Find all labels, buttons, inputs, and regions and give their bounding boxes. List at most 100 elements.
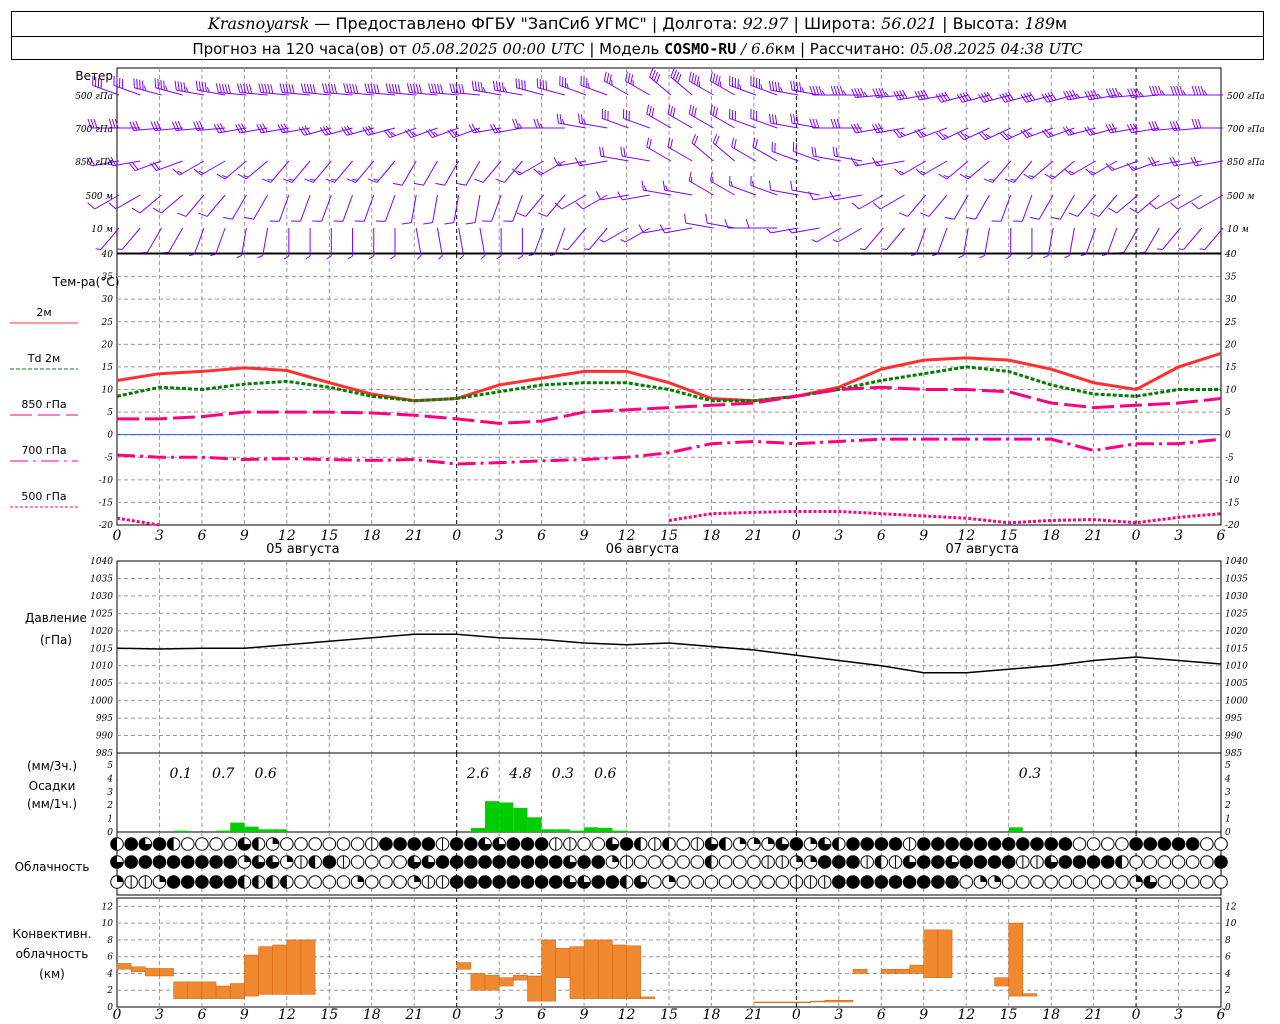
- cloud-cover-icon: [407, 855, 422, 869]
- cloud-cover-icon: [548, 875, 563, 889]
- cloud-circle: [1100, 875, 1115, 889]
- cloud-cover-icon: [237, 875, 252, 889]
- cloud-cover-icon: [1100, 837, 1115, 851]
- cloud-cover-icon: [605, 837, 620, 851]
- wind-level-label-right: 10 м: [1227, 225, 1249, 235]
- wind-barb-feather: [163, 80, 165, 91]
- precip-ytick-right: 4: [1224, 774, 1231, 784]
- cloud-cover-icon: [916, 837, 931, 851]
- wind-barb-feather: [715, 107, 719, 118]
- cloud-quarter: [159, 875, 166, 882]
- cloud-cover-icon: [478, 875, 492, 889]
- cloud-cover-icon: [124, 855, 138, 869]
- wind-barb-icon: [684, 213, 714, 229]
- wind-barb-staff: [115, 194, 141, 210]
- wind-barb-staff: [436, 227, 443, 256]
- cloud-circle: [548, 855, 563, 869]
- temp-ytick-right: 25: [1224, 318, 1237, 328]
- cloud-cover-icon: [280, 855, 294, 869]
- cloud-circle: [1044, 837, 1058, 851]
- conv-bar: [937, 929, 953, 978]
- wind-barb-staff: [1031, 160, 1054, 180]
- cloud-cover-icon: [237, 837, 252, 851]
- wind-barb-feather: [435, 182, 445, 186]
- wind-barb-feather: [944, 216, 955, 220]
- cloud-circle: [478, 875, 492, 889]
- wind-barb-feather: [620, 239, 626, 243]
- wind-barb-feather: [630, 74, 634, 85]
- conv-xtick: 3: [834, 1007, 843, 1023]
- cloud-cover-icon: [1115, 837, 1129, 851]
- conv-xtick: 12: [278, 1007, 296, 1023]
- wind-barb-feather: [477, 81, 480, 92]
- temp-xtick: 3: [1174, 528, 1183, 544]
- cloud-circle: [676, 875, 690, 889]
- cloud-circle: [195, 875, 209, 889]
- wind-barb-feather: [733, 139, 737, 149]
- cloud-cover-icon: [775, 855, 790, 869]
- cloud-cover-icon: [1214, 875, 1228, 889]
- wind-barb-feather: [416, 255, 422, 260]
- wind-barb-icon: [129, 121, 162, 131]
- cloud-cover-icon: [662, 837, 676, 851]
- wind-barb-feather: [355, 84, 359, 94]
- wind-barb-icon: [1191, 85, 1223, 96]
- wind-barb-icon: [881, 227, 905, 250]
- wind-barb-feather: [258, 83, 262, 93]
- wind-barb-staff: [156, 160, 183, 172]
- precip-bar: [527, 817, 542, 832]
- cloud-cover-icon: [1100, 855, 1115, 869]
- wind-barb-icon: [957, 127, 990, 141]
- wind-barb-feather: [766, 228, 772, 234]
- cloud-cover-icon: [322, 875, 337, 889]
- wind-barb-feather: [306, 83, 310, 94]
- wind-barb-staff: [1198, 194, 1224, 210]
- wind-barb-feather: [423, 222, 433, 225]
- wind-barb-feather: [1203, 90, 1208, 96]
- cloud-circle: [280, 837, 294, 851]
- precip-ytick-left: 0: [107, 828, 113, 838]
- wind-barb-feather: [215, 83, 219, 93]
- cloud-cover-icon: [690, 855, 705, 869]
- cloud-circle: [732, 875, 747, 889]
- wind-barb-staff: [554, 227, 566, 255]
- cloud-cover-icon: [520, 855, 535, 869]
- wind-barb-icon: [1029, 194, 1054, 220]
- wind-barb-feather: [715, 74, 719, 85]
- cloud-circle: [874, 837, 889, 851]
- cloud-circle: [704, 875, 719, 889]
- cloud-cover-icon: [1086, 855, 1101, 869]
- pressure-ytick-right: 1030: [1225, 592, 1248, 602]
- conv-ytick-left: 4: [106, 969, 113, 979]
- wind-barb-staff: [731, 146, 757, 162]
- wind-barb-feather: [1149, 85, 1154, 96]
- wind-barb-feather: [346, 83, 350, 93]
- cloud-circle: [209, 875, 223, 889]
- wind-barb-feather: [648, 106, 652, 116]
- wind-barb-staff: [984, 227, 990, 256]
- cloud-circle: [846, 837, 860, 851]
- cloud-cover-icon: [492, 837, 506, 851]
- cloud-cover-icon: [732, 837, 747, 851]
- wind-barb-feather: [444, 222, 454, 225]
- cloud-cover-icon: [251, 837, 266, 851]
- wind-barb-staff: [880, 194, 905, 210]
- wind-barb-feather: [282, 83, 286, 93]
- precip-ytick-right: 2: [1224, 801, 1231, 811]
- wind-barb-feather: [390, 255, 396, 260]
- wind-barb-feather: [688, 104, 692, 115]
- wind-barb-feather: [1191, 118, 1196, 129]
- cloud-half: [280, 875, 287, 889]
- temp-xtick: 6: [877, 528, 886, 544]
- wind-barb-feather: [305, 255, 311, 260]
- wind-barb-feather: [198, 212, 208, 217]
- wind-barb-feather: [830, 85, 835, 96]
- cloud-circle: [987, 837, 1002, 851]
- wind-barb-staff: [546, 194, 566, 217]
- temp-xtick: 18: [363, 528, 381, 544]
- cloud-cover-icon: [916, 875, 931, 889]
- cloud-cover-icon: [237, 855, 252, 869]
- conv-bar: [895, 969, 910, 974]
- wind-barb-staff: [985, 127, 1011, 141]
- wind-barb-feather: [608, 74, 612, 85]
